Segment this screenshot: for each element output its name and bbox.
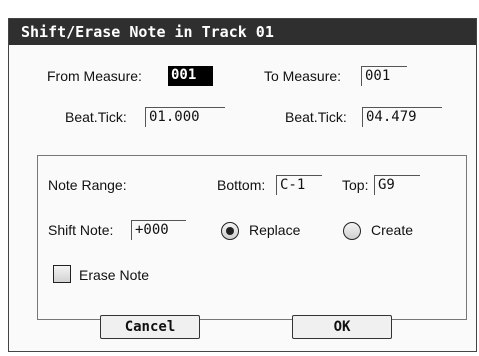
ok-button[interactable]: OK	[292, 315, 392, 339]
from-beat-tick-field[interactable]: 01.000	[145, 107, 225, 127]
create-radio-label: Create	[371, 222, 414, 238]
radio-selected-dot	[226, 227, 234, 235]
to-beat-tick-field[interactable]: 04.479	[362, 107, 442, 127]
top-label: Top:	[342, 177, 369, 193]
dialog-title-bar: Shift/Erase Note in Track 01	[9, 19, 476, 45]
to-beat-tick-label: Beat.Tick:	[285, 109, 347, 125]
to-measure-label: To Measure:	[264, 68, 342, 84]
cancel-button[interactable]: Cancel	[100, 315, 200, 339]
create-radio[interactable]	[343, 222, 361, 240]
bottom-note-field[interactable]: C-1	[276, 175, 322, 195]
shift-erase-note-dialog: Shift/Erase Note in Track 01 From Measur…	[8, 18, 477, 352]
replace-radio[interactable]	[221, 222, 239, 240]
shift-note-label: Shift Note:	[48, 222, 114, 238]
top-note-field[interactable]: G9	[374, 175, 420, 195]
shift-note-field[interactable]: +000	[131, 220, 186, 240]
to-measure-field[interactable]: 001	[361, 66, 407, 86]
erase-note-checkbox[interactable]	[53, 265, 71, 283]
from-measure-field[interactable]: 001	[168, 66, 213, 86]
bottom-label: Bottom:	[217, 177, 266, 193]
erase-note-label: Erase Note	[79, 267, 150, 283]
dialog-title: Shift/Erase Note in Track 01	[21, 23, 274, 41]
replace-radio-label: Replace	[249, 222, 301, 238]
from-measure-label: From Measure:	[47, 68, 142, 84]
note-range-label: Note Range:	[48, 177, 127, 193]
from-beat-tick-label: Beat.Tick:	[65, 109, 127, 125]
